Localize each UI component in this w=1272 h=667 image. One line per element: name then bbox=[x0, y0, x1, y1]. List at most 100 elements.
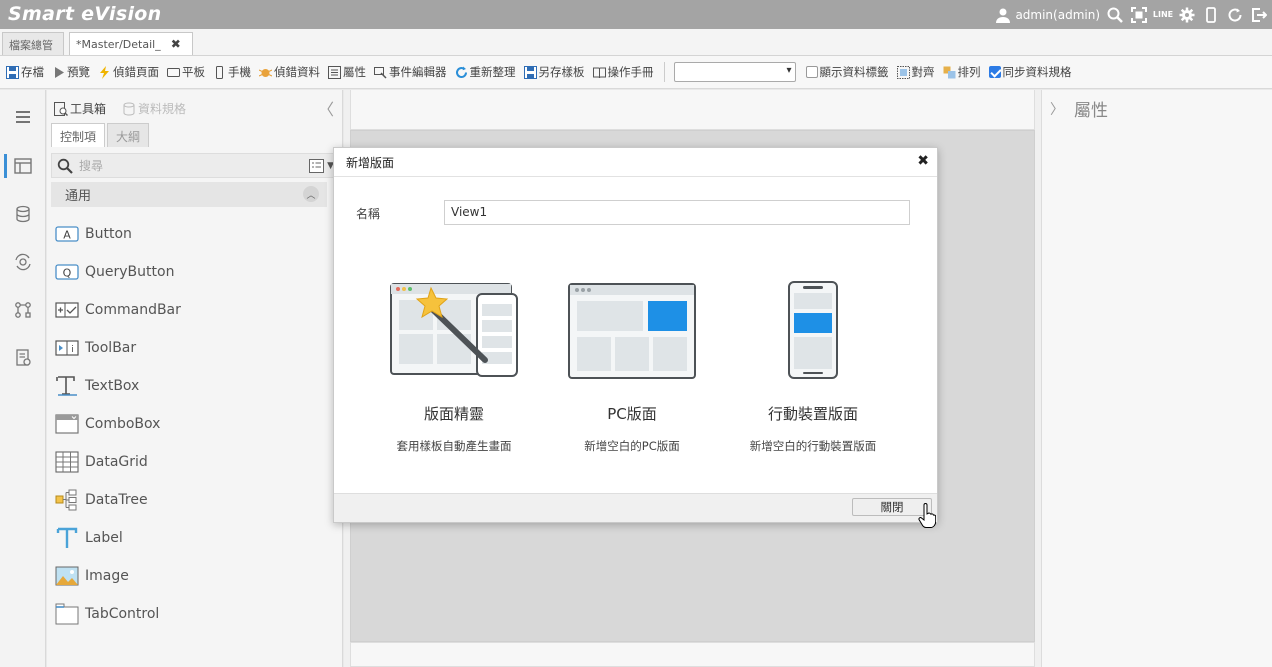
collapse-group-icon[interactable]: ︿ bbox=[303, 186, 319, 202]
line-icon[interactable]: LINE bbox=[1153, 6, 1173, 24]
logout-icon[interactable] bbox=[1250, 6, 1268, 24]
properties-button[interactable]: 屬性 bbox=[328, 64, 366, 80]
button-control-icon: A bbox=[55, 223, 79, 245]
group-general-header[interactable]: 通用 ︿ bbox=[51, 182, 327, 207]
layout-wizard-desc: 套用樣板自動產生畫面 bbox=[396, 439, 512, 453]
pc-layout-desc: 新增空白的PC版面 bbox=[584, 439, 680, 453]
toolbox-tab[interactable]: 工具箱 bbox=[54, 100, 106, 117]
combobox-icon bbox=[55, 413, 79, 435]
database-icon[interactable] bbox=[11, 202, 35, 226]
workflow-icon[interactable] bbox=[11, 298, 35, 322]
control-item-toolbar[interactable]: i ToolBar bbox=[55, 329, 325, 367]
tab-controls[interactable]: 控制項 bbox=[51, 123, 106, 147]
pc-layout-option[interactable]: PC版面 新增空白的PC版面 bbox=[547, 276, 717, 454]
save-as-template-icon bbox=[523, 65, 537, 79]
collapse-panel-icon[interactable]: 〈 bbox=[318, 96, 334, 120]
sync-icon[interactable] bbox=[11, 250, 35, 274]
expand-panel-icon[interactable]: 〉 bbox=[1050, 99, 1064, 119]
layout-icon[interactable] bbox=[11, 154, 35, 178]
control-item-combobox[interactable]: ComboBox bbox=[55, 405, 325, 443]
show-data-labels-checkbox[interactable] bbox=[805, 66, 818, 78]
user-menu[interactable]: admin(admin) bbox=[994, 6, 1100, 24]
control-item-label[interactable]: Label bbox=[55, 519, 325, 557]
tab-close-icon[interactable]: ✖ bbox=[171, 37, 181, 51]
preview-button[interactable]: 預覽 bbox=[52, 64, 90, 80]
manual-button[interactable]: 操作手冊 bbox=[592, 64, 654, 80]
phone-button[interactable]: 手機 bbox=[213, 64, 251, 80]
view-mode-dropdown[interactable]: ▼ bbox=[309, 158, 334, 174]
align-icon bbox=[896, 65, 910, 79]
control-item-querybutton[interactable]: Q QueryButton bbox=[55, 253, 325, 291]
properties-panel: 〉 屬性 bbox=[1041, 90, 1272, 667]
mobile-layout-illustration bbox=[728, 276, 898, 380]
data-spec-tab[interactable]: 資料規格 bbox=[122, 100, 186, 117]
textbox-icon bbox=[55, 375, 79, 397]
refresh-button[interactable]: 重新整理 bbox=[455, 64, 516, 80]
align-button[interactable]: 對齊 bbox=[896, 64, 935, 80]
close-icon[interactable]: ✖ bbox=[917, 153, 929, 169]
fullscreen-icon[interactable] bbox=[1130, 6, 1148, 24]
properties-header[interactable]: 〉 屬性 bbox=[1050, 96, 1108, 121]
layout-wizard-illustration bbox=[369, 276, 539, 380]
layout-select[interactable]: ▾ bbox=[673, 62, 796, 82]
datatree-icon bbox=[55, 489, 79, 511]
dialog-title: 新增版面 bbox=[346, 155, 395, 170]
save-as-template-button[interactable]: 另存樣板 bbox=[523, 64, 585, 80]
report-settings-icon[interactable] bbox=[11, 346, 35, 370]
bug-icon bbox=[259, 66, 272, 79]
pc-layout-illustration bbox=[547, 276, 717, 380]
save-icon bbox=[6, 65, 19, 79]
tab-master-detail[interactable]: *Master/Detail_ ✖ bbox=[69, 32, 193, 55]
datagrid-icon bbox=[55, 451, 79, 473]
control-item-commandbar[interactable]: CommandBar bbox=[55, 291, 325, 329]
design-canvas-header bbox=[350, 90, 1035, 130]
mobile-layout-option[interactable]: 行動裝置版面 新增空白的行動裝置版面 bbox=[728, 276, 898, 454]
debug-data-button[interactable]: 偵錯資料 bbox=[259, 64, 320, 80]
book-icon bbox=[592, 66, 606, 79]
layout-name-input[interactable]: View1 bbox=[444, 200, 910, 225]
save-button[interactable]: 存檔 bbox=[6, 64, 44, 80]
mobile-preview-icon[interactable] bbox=[1202, 6, 1220, 24]
new-layout-dialog: 新增版面 ✖ 名稱 View1 版面精靈 套用樣板自動產生畫面 PC版面 新增空… bbox=[333, 147, 938, 523]
dialog-footer: 關閉 bbox=[334, 493, 937, 522]
user-icon bbox=[994, 6, 1012, 24]
layout-wizard-option[interactable]: 版面精靈 套用樣板自動產生畫面 bbox=[369, 276, 539, 454]
name-label: 名稱 bbox=[356, 207, 381, 221]
lightning-icon bbox=[98, 65, 111, 79]
control-item-datagrid[interactable]: DataGrid bbox=[55, 443, 325, 481]
show-data-labels-toggle[interactable]: 顯示資料標籤 bbox=[805, 64, 889, 80]
tablet-button[interactable]: 平板 bbox=[167, 64, 205, 80]
title-bar: Smart eVision admin(admin) LINE bbox=[0, 0, 1272, 29]
control-item-datatree[interactable]: DataTree bbox=[55, 481, 325, 519]
sync-schema-toggle[interactable]: 同步資料規格 bbox=[988, 64, 1072, 80]
reload-icon[interactable] bbox=[1226, 6, 1244, 24]
properties-title: 屬性 bbox=[1074, 101, 1108, 121]
control-item-image[interactable]: Image bbox=[55, 557, 325, 595]
control-list: A Button Q QueryButton CommandBar i Tool… bbox=[55, 215, 325, 633]
svg-text:Q: Q bbox=[63, 267, 72, 280]
rail-active-indicator bbox=[4, 154, 7, 178]
database-icon bbox=[123, 102, 135, 116]
control-item-textbox[interactable]: TextBox bbox=[55, 367, 325, 405]
mobile-layout-title: 行動裝置版面 bbox=[767, 405, 858, 423]
app-title: Smart eVision bbox=[8, 3, 162, 25]
gear-icon[interactable] bbox=[1178, 6, 1196, 24]
pc-layout-title: PC版面 bbox=[607, 405, 657, 423]
hand-cursor-icon bbox=[918, 503, 936, 528]
debug-page-button[interactable]: 偵錯頁面 bbox=[98, 64, 159, 80]
menu-icon[interactable] bbox=[11, 105, 35, 129]
layout-wizard-title: 版面精靈 bbox=[423, 405, 484, 423]
event-editor-button[interactable]: 事件編輯器 bbox=[374, 64, 447, 80]
search-placeholder: 搜尋 bbox=[79, 159, 104, 173]
tab-file-explorer[interactable]: 檔案總管 bbox=[2, 32, 64, 55]
control-search-input[interactable]: 搜尋 ▼ bbox=[51, 153, 335, 178]
document-tab-bar: 檔案總管 *Master/Detail_ ✖ bbox=[0, 29, 1272, 56]
search-icon[interactable] bbox=[1106, 6, 1124, 24]
toolbox-panel: 工具箱 資料規格 〈 控制項 大綱 搜尋 ▼ 通用 ︿ A Button Q Q… bbox=[47, 90, 343, 667]
tab-outline[interactable]: 大綱 bbox=[107, 123, 150, 147]
control-item-tabcontrol[interactable]: TabControl bbox=[55, 595, 325, 633]
arrange-button[interactable]: 排列 bbox=[943, 64, 981, 80]
dialog-header: 新增版面 ✖ bbox=[334, 148, 937, 177]
sync-schema-checkbox[interactable] bbox=[988, 66, 1001, 78]
control-item-button[interactable]: A Button bbox=[55, 215, 325, 253]
